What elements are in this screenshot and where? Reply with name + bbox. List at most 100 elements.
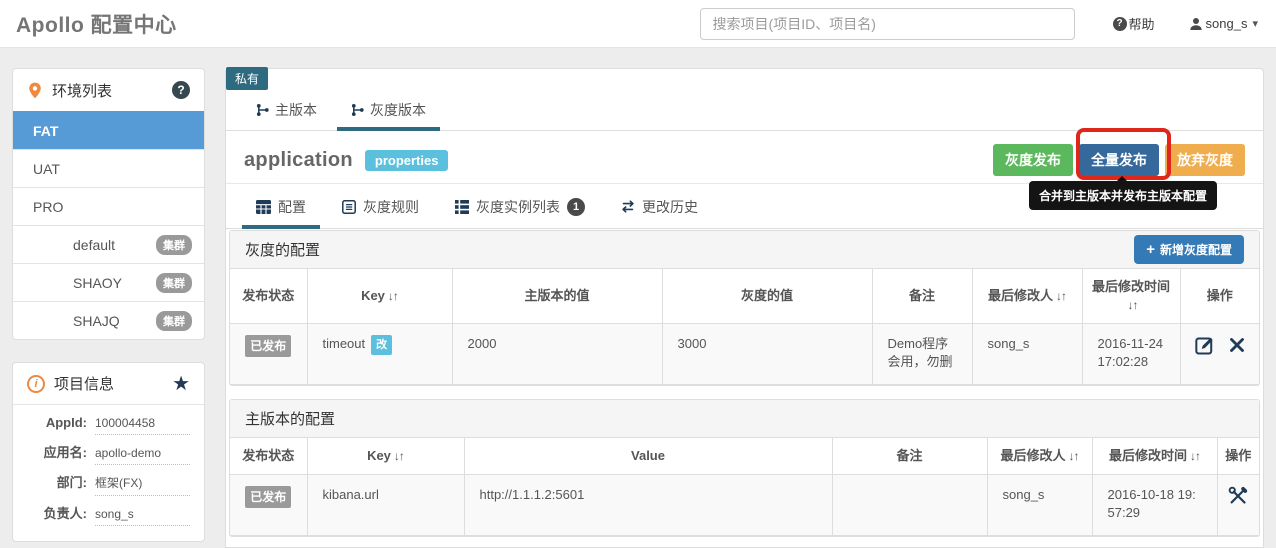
field-app-name: 应用名: apollo-demo	[23, 442, 190, 465]
field-value: apollo-demo	[95, 446, 190, 465]
user-menu[interactable]: song_s ▾	[1189, 16, 1258, 31]
sidebar-item-cluster-default[interactable]: default 集群	[13, 225, 204, 263]
project-info-header: i 项目信息 ★	[13, 363, 204, 405]
key-cell: timeout 改	[306, 323, 452, 385]
favorite-star-icon[interactable]: ★	[172, 374, 190, 394]
master-config-section: 主版本的配置 发布状态 Key ↓↑ Value 备注 最后修改人 ↓↑ 最后修改时…	[229, 399, 1260, 537]
operations-cell	[1179, 323, 1259, 385]
edit-icon[interactable]	[1195, 335, 1215, 360]
branch-icon	[351, 103, 364, 117]
col-operations: 操作	[1216, 438, 1259, 475]
status-cell: 已发布	[230, 323, 307, 385]
tab-config[interactable]: 配置	[242, 188, 320, 229]
field-label: AppId:	[45, 415, 87, 430]
project-fields: AppId: 100004458 应用名: apollo-demo 部门: 框架…	[13, 405, 204, 526]
search-input[interactable]	[699, 7, 1075, 40]
field-label: 负责人:	[43, 506, 87, 521]
col-key[interactable]: Key ↓↑	[306, 269, 452, 324]
modified-by-cell: song_s	[971, 323, 1082, 385]
gray-value-cell: 3000	[661, 323, 872, 385]
tab-label: 灰度版本	[370, 102, 426, 118]
modified-time-cell: 2016-11-24 17:02:28	[1081, 323, 1180, 385]
help-question-icon: ?	[1112, 16, 1127, 31]
sort-icon: ↓↑	[393, 449, 405, 463]
col-comment: 备注	[871, 269, 972, 324]
tab-gray-rules[interactable]: 灰度规则	[328, 188, 433, 229]
col-modified-time[interactable]: 最后修改时间 ↓↑	[1091, 438, 1217, 475]
env-label: UAT	[33, 160, 60, 177]
th-list-icon	[455, 199, 469, 214]
col-modified-by[interactable]: 最后修改人 ↓↑	[971, 269, 1082, 324]
status-badge: 已发布	[245, 335, 292, 357]
add-gray-config-button[interactable]: + 新增灰度配置	[1134, 235, 1244, 264]
plus-icon: +	[1146, 241, 1155, 258]
tab-change-history[interactable]: 更改历史	[607, 188, 712, 229]
namespace-format-badge: properties	[364, 149, 449, 171]
col-value: Value	[463, 438, 832, 475]
caret-down-icon: ▾	[1252, 18, 1258, 30]
status-cell: 已发布	[230, 474, 307, 536]
tab-label: 配置	[278, 198, 306, 215]
status-badge: 已发布	[245, 486, 292, 508]
gray-config-header: 灰度的配置 + 新增灰度配置	[230, 231, 1259, 269]
cluster-label: SHAJQ	[73, 312, 120, 329]
col-status: 发布状态	[230, 438, 307, 475]
table-icon	[256, 199, 271, 214]
gray-release-button[interactable]: 灰度发布	[993, 144, 1073, 176]
list-icon	[342, 199, 356, 214]
environment-panel-header: 环境列表 ?	[13, 69, 204, 111]
help-link[interactable]: ? 帮助	[1112, 14, 1155, 33]
table-row: 已发布 timeout 改 2000 3000 Demo程序会用，勿删 song_…	[230, 323, 1259, 385]
field-value: song_s	[95, 507, 190, 526]
master-config-header: 主版本的配置	[230, 400, 1259, 438]
tab-label: 灰度实例列表	[476, 198, 560, 215]
sidebar-item-env-pro[interactable]: PRO	[13, 187, 204, 225]
add-button-label: 新增灰度配置	[1159, 243, 1232, 257]
tab-gray-version[interactable]: 灰度版本	[337, 93, 440, 131]
comment-cell	[831, 474, 987, 536]
field-owner: 负责人: song_s	[23, 503, 190, 526]
field-value: 100004458	[95, 416, 190, 435]
tab-label: 灰度规则	[363, 198, 419, 215]
table-row: 已发布 kibana.url http://1.1.1.2:5601 song_…	[230, 474, 1259, 536]
sort-icon: ↓↑	[1056, 289, 1067, 303]
tab-gray-instances[interactable]: 灰度实例列表 1	[441, 188, 599, 229]
full-release-button[interactable]: 全量发布	[1079, 144, 1159, 176]
header-right: ? 帮助 song_s ▾	[699, 7, 1258, 40]
cluster-label: default	[73, 236, 116, 253]
field-label: 部门:	[56, 475, 87, 490]
tab-label: 更改历史	[642, 198, 698, 215]
col-modified-by[interactable]: 最后修改人 ↓↑	[986, 438, 1092, 475]
tab-label: 主版本	[275, 102, 317, 118]
sort-icon: ↓↑	[1190, 449, 1201, 463]
environment-help-icon[interactable]: ?	[172, 81, 190, 99]
sort-icon: ↓↑	[1127, 298, 1139, 312]
sidebar-item-env-fat[interactable]: FAT	[13, 111, 204, 149]
gray-config-title: 灰度的配置	[245, 242, 321, 259]
tools-icon[interactable]	[1228, 486, 1248, 511]
value-cell: http://1.1.1.2:5601	[463, 474, 832, 536]
modified-by-cell: song_s	[986, 474, 1092, 536]
operations-cell	[1216, 474, 1259, 536]
sidebar-item-cluster-shaoy[interactable]: SHAOY 集群	[13, 263, 204, 301]
modified-time-cell: 2016-10-18 19:57:29	[1091, 474, 1217, 536]
delete-icon[interactable]	[1229, 337, 1245, 358]
col-key[interactable]: Key ↓↑	[306, 438, 464, 475]
key-cell: kibana.url	[306, 474, 464, 536]
cluster-badge: 集群	[156, 234, 192, 255]
project-info-panel: i 项目信息 ★ AppId: 100004458 应用名: apollo-de…	[12, 362, 205, 542]
namespace-name: application	[244, 148, 353, 171]
master-config-table: 发布状态 Key ↓↑ Value 备注 最后修改人 ↓↑ 最后修改时间 ↓↑ 操作 …	[230, 438, 1259, 536]
table-header-row: 发布状态 Key ↓↑ 主版本的值 灰度的值 备注 最后修改人 ↓↑ 最后修改时间 …	[230, 269, 1259, 324]
action-buttons: 灰度发布 全量发布 放弃灰度	[993, 144, 1245, 176]
exchange-icon	[621, 200, 635, 213]
branch-icon	[256, 103, 269, 117]
user-icon	[1189, 17, 1203, 31]
abandon-gray-button[interactable]: 放弃灰度	[1165, 144, 1245, 176]
tab-master-version[interactable]: 主版本	[242, 93, 331, 131]
sidebar-item-cluster-shajq[interactable]: SHAJQ 集群	[13, 301, 204, 339]
col-comment: 备注	[831, 438, 987, 475]
sidebar-item-env-uat[interactable]: UAT	[13, 149, 204, 187]
col-modified-time[interactable]: 最后修改时间 ↓↑	[1081, 269, 1180, 324]
field-value: 框架(FX)	[95, 474, 190, 496]
